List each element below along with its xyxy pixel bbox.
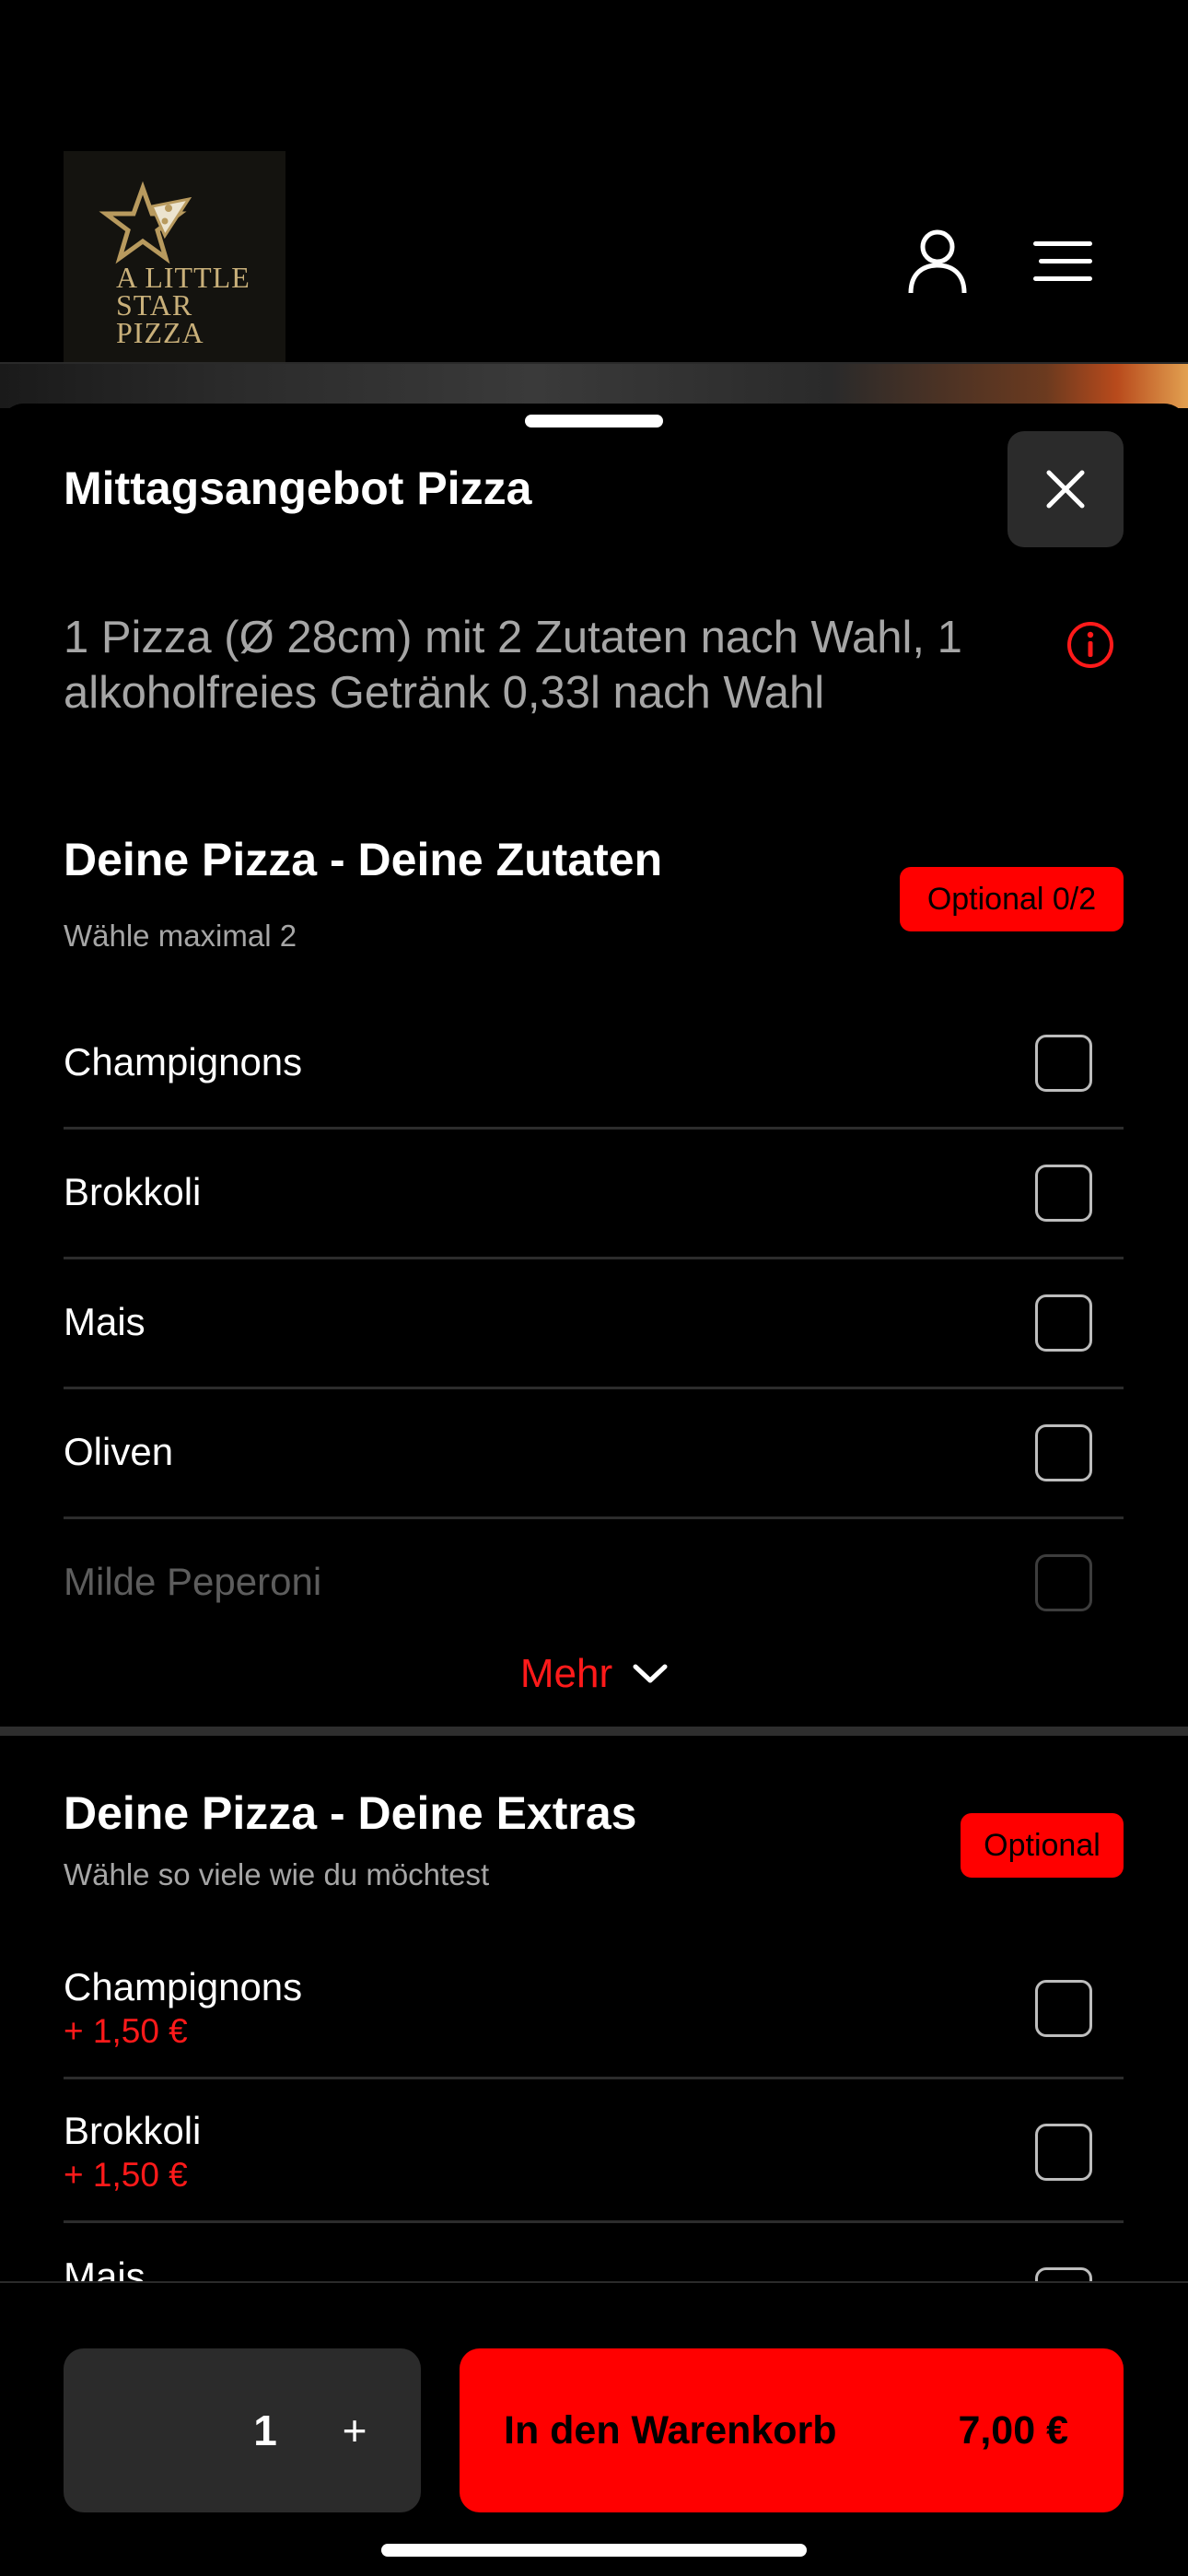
extra-price: + 1,50 € — [64, 2156, 188, 2194]
topping-label: Oliven — [64, 1430, 174, 1473]
extra-checkbox[interactable] — [1035, 1980, 1092, 2037]
logo-wordmark: A LITTLE STAR PIZZA — [116, 261, 291, 349]
close-icon — [1046, 470, 1085, 509]
sheet-grabber[interactable] — [525, 415, 663, 427]
show-more-label: Mehr — [519, 1651, 613, 1696]
topping-label: Champignons — [64, 1040, 303, 1083]
close-button[interactable] — [1007, 431, 1124, 547]
show-more-button[interactable]: Mehr — [0, 1642, 1188, 1706]
quantity-increment-button[interactable]: + — [318, 2348, 391, 2512]
extra-row-partial[interactable]: Mais — [64, 2223, 1124, 2281]
app-screen: A LITTLE STAR PIZZA Mittagsangebot Pizza — [0, 0, 1188, 2576]
extras-section-subtitle: Wähle so viele wie du möchtest — [64, 1857, 490, 1891]
extra-checkbox[interactable] — [1035, 2124, 1092, 2181]
star-pizza-logo-icon — [99, 181, 192, 264]
topping-checkbox[interactable] — [1035, 1165, 1092, 1222]
extra-label: Champignons — [64, 1965, 303, 2008]
topping-row-faded[interactable]: Milde Peperoni — [64, 1519, 1124, 1621]
extra-price: + 1,50 € — [64, 2012, 188, 2050]
toppings-section-subtitle: Wähle maximal 2 — [64, 919, 297, 953]
account-button[interactable] — [899, 223, 976, 300]
topping-checkbox[interactable] — [1035, 1294, 1092, 1352]
add-to-cart-label: In den Warenkorb — [504, 2408, 837, 2453]
topping-checkbox[interactable] — [1035, 1554, 1092, 1611]
toppings-section-title: Deine Pizza - Deine Zutaten — [64, 834, 663, 885]
logo-line-3: PIZZA — [116, 316, 204, 349]
home-indicator — [381, 2544, 807, 2557]
topping-label: Milde Peperoni — [64, 1560, 322, 1603]
extras-section-title: Deine Pizza - Deine Extras — [64, 1787, 637, 1839]
header: A LITTLE STAR PIZZA — [0, 0, 1188, 373]
hero-image-strip — [0, 362, 1188, 408]
topping-checkbox[interactable] — [1035, 1035, 1092, 1092]
menu-button[interactable] — [1024, 223, 1101, 300]
logo-line-2: STAR — [116, 288, 193, 322]
add-to-cart-price: 7,00 € — [958, 2408, 1068, 2453]
topping-row[interactable]: Champignons — [64, 1000, 1124, 1130]
topping-row[interactable]: Mais — [64, 1259, 1124, 1389]
extra-label: Mais — [64, 2254, 146, 2281]
toppings-optional-badge: Optional 0/2 — [900, 867, 1124, 931]
topping-row[interactable]: Brokkoli — [64, 1130, 1124, 1259]
extras-optional-badge: Optional — [961, 1813, 1124, 1878]
brand-logo[interactable]: A LITTLE STAR PIZZA — [64, 151, 285, 373]
hamburger-menu-icon — [1033, 241, 1092, 281]
quantity-value: 1 — [253, 2406, 277, 2454]
extra-label: Brokkoli — [64, 2109, 202, 2152]
logo-line-1: A LITTLE — [116, 261, 250, 294]
topping-row[interactable]: Oliven — [64, 1389, 1124, 1519]
product-description: 1 Pizza (Ø 28cm) mit 2 Zutaten nach Wahl… — [64, 613, 962, 718]
add-to-cart-button[interactable]: In den Warenkorb 7,00 € — [460, 2348, 1124, 2512]
topping-label: Mais — [64, 1300, 146, 1343]
extra-row[interactable]: Brokkoli + 1,50 € — [64, 2079, 1124, 2223]
info-button[interactable] — [1066, 621, 1114, 669]
quantity-stepper[interactable]: 1 + — [64, 2348, 421, 2512]
modal-title: Mittagsangebot Pizza — [64, 463, 532, 514]
topping-checkbox[interactable] — [1035, 1424, 1092, 1481]
extra-row[interactable]: Champignons + 1,50 € — [64, 1936, 1124, 2079]
topping-label: Brokkoli — [64, 1170, 202, 1213]
extra-checkbox[interactable] — [1035, 2267, 1092, 2281]
section-separator — [0, 1727, 1188, 1736]
info-icon — [1067, 622, 1113, 668]
chevron-down-icon — [633, 1664, 668, 1683]
user-icon — [908, 229, 967, 294]
